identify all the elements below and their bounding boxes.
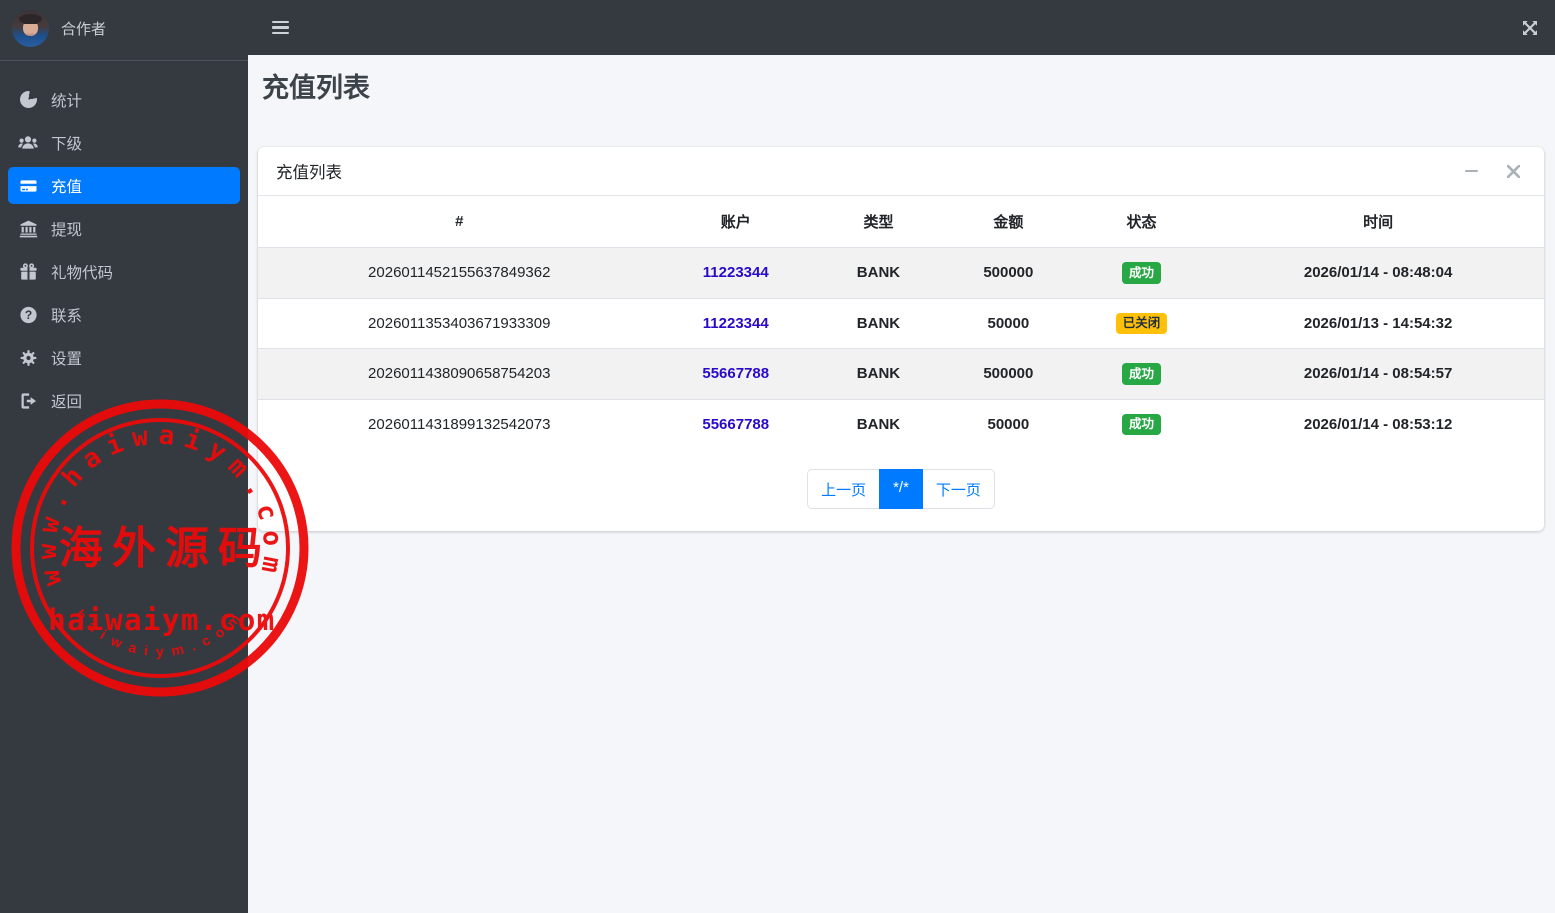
- cell-amount: 50000: [945, 398, 1071, 449]
- sidebar-item-back[interactable]: 返回: [8, 382, 240, 419]
- cell-type: BANK: [810, 297, 946, 349]
- cell-status: 已关闭: [1070, 297, 1213, 349]
- account-link[interactable]: 55667788: [702, 416, 769, 433]
- sidebar-item-settings[interactable]: 设置: [8, 339, 240, 376]
- cell-id: 2026011438090658754203: [258, 348, 661, 399]
- cell-type: BANK: [810, 398, 946, 449]
- sidebar-item-label: 设置: [51, 350, 83, 368]
- column-header-type: 类型: [810, 196, 946, 248]
- sidebar-item-label: 下级: [51, 135, 83, 153]
- cell-status: 成功: [1070, 398, 1213, 449]
- cell-status: 成功: [1070, 348, 1213, 399]
- cell-account: 55667788: [660, 398, 811, 449]
- account-link[interactable]: 55667788: [702, 365, 769, 382]
- credit-card-icon: [18, 177, 38, 195]
- recharge-table: # 账户 类型 金额 状态 时间 2026011452155637849362 …: [258, 196, 1544, 449]
- cell-status: 成功: [1071, 248, 1212, 299]
- card-header: 充值列表: [258, 147, 1544, 196]
- status-badge: 成功: [1121, 413, 1161, 435]
- card-title: 充值列表: [276, 164, 342, 182]
- cell-account: 11223344: [661, 248, 811, 299]
- column-header-account: 账户: [660, 196, 811, 248]
- prev-page-button[interactable]: 上一页: [807, 469, 881, 509]
- cell-id: 2026011431899132542073: [258, 398, 661, 449]
- cell-amount: 500000: [983, 264, 1034, 282]
- card-collapse-button[interactable]: [1463, 163, 1479, 179]
- cell-time: 2026/01/14 - 08:54:57: [1212, 348, 1544, 399]
- sidebar-item-contact[interactable]: ? 联系: [8, 296, 240, 333]
- next-page-button[interactable]: 下一页: [921, 469, 995, 509]
- user-name: 合作者: [61, 21, 107, 38]
- sidebar-item-subordinates[interactable]: 下级: [8, 124, 240, 161]
- close-icon: [1506, 164, 1520, 178]
- expand-arrows-icon: [1523, 20, 1537, 35]
- sidebar-item-stats[interactable]: 统计: [8, 81, 240, 118]
- table-header-row: # 账户 类型 金额 状态 时间: [258, 196, 1544, 248]
- svg-text:?: ?: [24, 308, 31, 322]
- logout-icon: [18, 392, 38, 410]
- sidebar-item-label: 联系: [51, 307, 83, 325]
- column-header-amount: 金额: [945, 196, 1071, 248]
- bars-icon: [272, 20, 289, 24]
- bank-icon: [18, 220, 38, 238]
- cell-id: 2026011452155637849362: [368, 264, 551, 282]
- column-header-time: 时间: [1212, 196, 1544, 248]
- cell-time: 2026/01/13 - 14:54:32: [1212, 297, 1544, 349]
- sidebar-item-withdraw[interactable]: 提现: [8, 210, 240, 247]
- card-tools: [1463, 163, 1526, 179]
- sidebar-item-label: 提现: [51, 221, 83, 239]
- cell-time: 2026/01/14 - 08:48:04: [1303, 264, 1453, 282]
- chart-pie-icon: [18, 91, 38, 109]
- sidebar-item-label: 充值: [51, 178, 83, 196]
- status-badge: 已关闭: [1115, 312, 1168, 334]
- gift-icon: [18, 262, 38, 281]
- main-content: 充值列表 充值列表 # 账户 类型 金额 状态 时间 2026011452155…: [248, 55, 1555, 531]
- sidebar-item-gift-codes[interactable]: 礼物代码: [8, 253, 240, 290]
- users-icon: [18, 134, 38, 152]
- sidebar-item-label: 返回: [51, 393, 83, 411]
- card-close-button[interactable]: [1505, 163, 1521, 179]
- sidebar: 合作者 统计 下级 充值 提现 礼物代码 ? 联系 设置 返回: [0, 0, 248, 913]
- sidebar-nav: 统计 下级 充值 提现 礼物代码 ? 联系 设置 返回: [0, 61, 248, 433]
- table-row: 2026011438090658754203 55667788 BANK 500…: [258, 348, 1544, 399]
- status-badge: 成功: [1121, 262, 1161, 284]
- cell-account: 11223344: [660, 297, 811, 349]
- question-circle-icon: ?: [18, 306, 38, 324]
- minus-icon: [1464, 169, 1478, 173]
- table-row: 2026011452155637849362 11223344 BANK 500…: [258, 247, 1544, 299]
- page-title: 充值列表: [262, 73, 370, 103]
- cell-type: BANK: [810, 348, 946, 399]
- topbar: [248, 0, 1555, 55]
- current-page-indicator[interactable]: */*: [879, 469, 923, 509]
- recharge-card: 充值列表 # 账户 类型 金额 状态 时间 202601145215563784…: [258, 147, 1544, 531]
- gear-icon: [18, 349, 38, 367]
- pagination: 上一页 */* 下一页: [258, 449, 1544, 531]
- cell-id: 2026011353403671933309: [258, 297, 661, 349]
- sidebar-item-label: 礼物代码: [51, 264, 114, 282]
- column-header-id: #: [258, 196, 661, 248]
- cell-account: 55667788: [660, 348, 811, 399]
- cell-time: 2026/01/14 - 08:53:12: [1212, 398, 1544, 449]
- status-badge: 成功: [1121, 363, 1161, 385]
- sidebar-toggle-button[interactable]: [270, 17, 291, 38]
- sidebar-item-recharge[interactable]: 充值: [8, 167, 240, 204]
- account-link[interactable]: 11223344: [703, 264, 769, 281]
- fullscreen-button[interactable]: [1521, 19, 1539, 37]
- content-header: 充值列表: [248, 55, 1555, 105]
- avatar: [12, 10, 49, 47]
- table-row: 2026011353403671933309 11223344 BANK 500…: [258, 297, 1544, 349]
- column-header-status: 状态: [1070, 196, 1213, 248]
- cell-amount: 500000: [945, 348, 1071, 399]
- sidebar-item-label: 统计: [51, 92, 83, 110]
- cell-type: BANK: [856, 264, 901, 282]
- sidebar-user-panel: 合作者: [0, 0, 248, 61]
- table-row: 2026011431899132542073 55667788 BANK 500…: [258, 398, 1544, 449]
- account-link[interactable]: 11223344: [703, 315, 769, 332]
- cell-amount: 50000: [945, 297, 1071, 349]
